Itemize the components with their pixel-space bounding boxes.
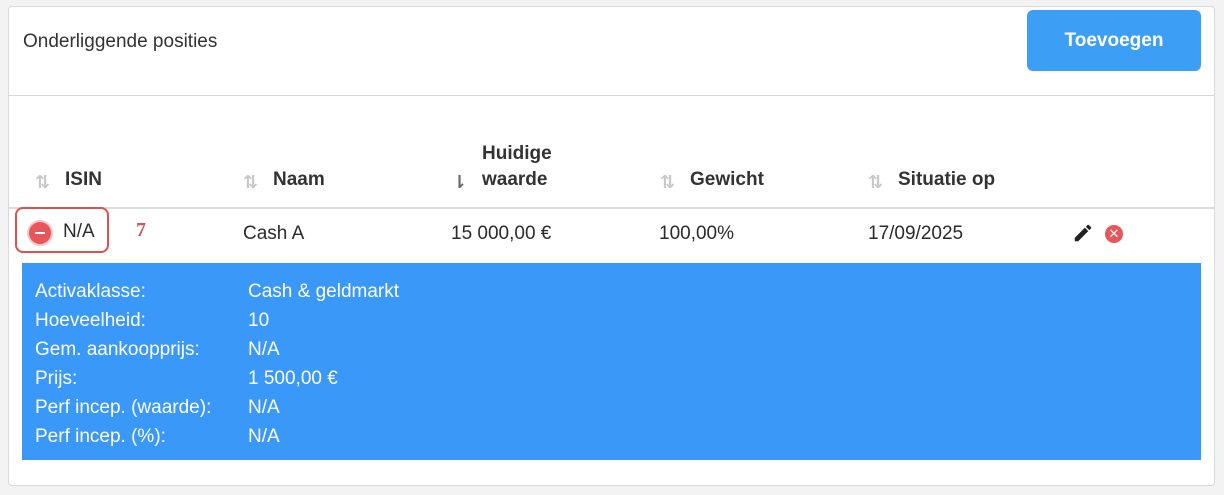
column-header-huidige-waarde[interactable]: ⇂ Huidige waarde [452,141,552,193]
add-button[interactable]: Toevoegen [1027,10,1201,71]
detail-value: N/A [248,339,280,360]
column-label-line2: waarde [482,169,548,190]
gewicht-value: 100,00% [659,223,735,244]
table-row: N/A 7 Cash A 15 000,00 € 100,00% 17/09/2… [9,207,1214,261]
naam-value: Cash A [243,223,305,244]
detail-value: Cash & geldmarkt [248,281,400,302]
detail-value: 10 [248,310,270,331]
detail-key: Activaklasse: [35,281,146,302]
column-label-line1: Huidige [482,143,552,164]
situatie-value: 17/09/2025 [868,223,964,244]
collapse-icon[interactable] [29,222,51,244]
isin-value: N/A [63,221,95,242]
pencil-icon[interactable] [1072,222,1094,244]
column-header-gewicht[interactable]: ⇅ Gewicht [660,167,764,193]
detail-value: N/A [248,426,280,447]
waarde-value: 15 000,00 € [451,223,552,244]
sort-desc-icon: ⇂ [452,172,468,192]
detail-key: Prijs: [35,368,78,389]
row-details-panel: Activaklasse: Cash & geldmarkt Hoeveelhe… [22,263,1201,460]
detail-key: Perf incep. (%): [35,426,166,447]
sort-icon: ⇅ [868,172,884,192]
delete-icon[interactable]: ✕ [1105,225,1123,243]
isin-cell-highlight: N/A [15,207,109,253]
sort-icon: ⇅ [660,172,676,192]
panel-title: Onderliggende posities [23,31,218,52]
column-header-naam[interactable]: ⇅ Naam [243,167,325,193]
sort-icon: ⇅ [243,172,259,192]
column-label-isin: ISIN [65,169,102,190]
detail-key: Hoeveelheid: [35,310,146,331]
panel-header: Onderliggende posities Toevoegen [9,7,1214,96]
detail-key: Gem. aankoopprijs: [35,339,200,360]
column-label-situatie-op: Situatie op [898,169,996,190]
detail-key: Perf incep. (waarde): [35,397,212,418]
annotation-marker: 7 [136,219,146,241]
detail-value: 1 500,00 € [248,368,338,389]
column-header-isin[interactable]: ⇅ ISIN [35,167,102,193]
column-label-naam: Naam [273,169,325,190]
detail-value: N/A [248,397,280,418]
sort-icon: ⇅ [35,172,51,192]
column-header-situatie-op[interactable]: ⇅ Situatie op [868,167,995,193]
column-label-gewicht: Gewicht [690,169,764,190]
table-header: ⇅ ISIN ⇅ Naam ⇂ Huidige waarde ⇅ Gewicht… [9,127,1214,209]
column-label-huidige-waarde: Huidige waarde [482,141,552,193]
positions-panel: Onderliggende posities Toevoegen ⇅ ISIN … [8,6,1215,486]
